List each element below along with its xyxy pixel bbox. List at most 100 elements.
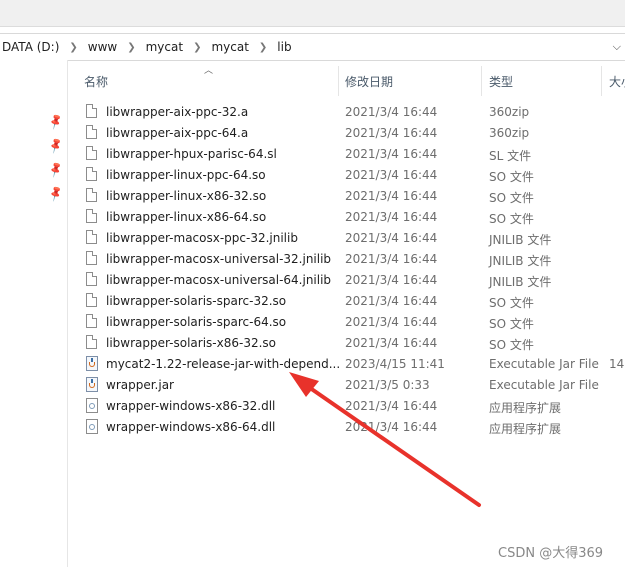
file-row[interactable]: wrapper-windows-x86-32.dll 2021/3/4 16:44… [68,396,625,417]
file-name: libwrapper-linux-x86-64.so [106,210,267,224]
file-icon [86,335,97,349]
file-icon [86,314,97,328]
file-name: libwrapper-macosx-universal-64.jnilib [106,273,332,287]
file-name: libwrapper-macosx-ppc-32.jnilib [106,231,298,245]
file-name: wrapper-windows-x86-32.dll [106,399,276,413]
file-type: Executable Jar File [489,357,599,371]
file-name: libwrapper-hpux-parisc-64.sl [106,147,277,161]
navigation-pane: 📌 📌 📌 📌 [0,60,68,567]
file-row[interactable]: libwrapper-linux-x86-32.so 2021/3/4 16:44… [68,186,625,207]
file-icon [86,272,97,286]
file-icon [86,125,97,139]
file-date: 2021/3/4 16:44 [345,210,438,224]
chevron-right-icon[interactable]: ❯ [119,42,143,53]
pin-icon[interactable]: 📌 [47,112,65,130]
file-type: SL 文件 [489,149,532,163]
file-icon [86,293,97,307]
address-bar[interactable]: DATA (D:) ❯ www ❯ mycat ❯ mycat ❯ lib ⌵ [0,33,625,61]
file-name: libwrapper-linux-ppc-64.so [106,168,266,182]
file-row[interactable]: libwrapper-solaris-sparc-32.so 2021/3/4 1… [68,291,625,312]
breadcrumb: DATA (D:) ❯ www ❯ mycat ❯ mycat ❯ lib [0,39,294,55]
breadcrumb-mycat[interactable]: mycat [144,40,185,54]
file-date: 2021/3/4 16:44 [345,168,438,182]
chevron-right-icon[interactable]: ❯ [61,42,85,53]
chevron-right-icon[interactable]: ❯ [185,42,209,53]
file-date: 2021/3/4 16:44 [345,294,438,308]
file-type: SO 文件 [489,191,534,205]
file-row[interactable]: libwrapper-linux-x86-64.so 2021/3/4 16:44… [68,207,625,228]
file-icon [86,146,97,160]
file-icon [86,251,97,265]
file-type: 360zip [489,126,530,140]
file-date: 2021/3/4 16:44 [345,252,438,266]
file-type: Executable Jar File [489,378,599,392]
column-divider[interactable] [601,66,602,96]
breadcrumb-lib[interactable]: lib [275,40,293,54]
file-icon [86,209,97,223]
file-type: SO 文件 [489,170,534,184]
file-name: libwrapper-linux-x86-32.so [106,189,267,203]
column-header-date[interactable]: 修改日期 [345,73,393,90]
file-row[interactable]: wrapper-windows-x86-64.dll 2021/3/4 16:44… [68,417,625,438]
file-type: SO 文件 [489,296,534,310]
file-name: libwrapper-solaris-sparc-32.so [106,294,287,308]
file-date: 2021/3/4 16:44 [345,105,438,119]
file-icon [86,188,97,202]
file-date: 2023/4/15 11:41 [345,357,445,371]
file-row[interactable]: libwrapper-macosx-ppc-32.jnilib 2021/3/4 … [68,228,625,249]
column-header-size[interactable]: 大小 [609,73,625,90]
file-date: 2021/3/4 16:44 [345,273,438,287]
dll-icon [86,398,98,413]
column-divider[interactable] [338,66,339,96]
file-name: wrapper-windows-x86-64.dll [106,420,276,434]
java-jar-icon [86,356,98,371]
sort-ascending-icon: ︿ [204,66,214,76]
file-type: 应用程序扩展 [489,422,562,436]
column-header-row: ︿ 名称 修改日期 类型 大小 [68,66,625,96]
file-row[interactable]: libwrapper-hpux-parisc-64.sl 2021/3/4 16:… [68,144,625,165]
file-name: libwrapper-aix-ppc-32.a [106,105,249,119]
file-type: SO 文件 [489,212,534,226]
file-row[interactable]: libwrapper-linux-ppc-64.so 2021/3/4 16:44… [68,165,625,186]
file-date: 2021/3/4 16:44 [345,126,438,140]
file-row[interactable]: libwrapper-solaris-x86-32.so 2021/3/4 16:… [68,333,625,354]
pin-icon[interactable]: 📌 [47,136,65,154]
file-type: 应用程序扩展 [489,401,562,415]
file-type: 360zip [489,105,530,119]
column-divider[interactable] [481,66,482,96]
file-name: libwrapper-solaris-x86-32.so [106,336,277,350]
file-row[interactable]: libwrapper-aix-ppc-64.a 2021/3/4 16:44 360… [68,123,625,144]
file-icon [86,104,97,118]
dll-icon [86,419,98,434]
file-row[interactable]: libwrapper-aix-ppc-32.a 2021/3/4 16:44 360… [68,102,625,123]
breadcrumb-drive[interactable]: DATA (D:) [0,40,61,54]
chevron-right-icon[interactable]: ❯ [251,42,275,53]
file-date: 2021/3/4 16:44 [345,147,438,161]
file-icon [86,230,97,244]
file-name: libwrapper-macosx-universal-32.jnilib [106,252,332,266]
file-date: 2021/3/4 16:44 [345,189,438,203]
pin-icon[interactable]: 📌 [47,160,65,178]
watermark: CSDN @大得369 [498,546,604,561]
file-row[interactable]: wrapper.jar 2021/3/5 0:33 Executable Jar F… [68,375,625,396]
file-name: libwrapper-aix-ppc-64.a [106,126,249,140]
window-top-band [0,0,625,27]
pin-icon[interactable]: 📌 [47,184,65,202]
java-jar-icon [86,377,98,392]
breadcrumb-www[interactable]: www [86,40,119,54]
breadcrumb-mycat-2[interactable]: mycat [209,40,250,54]
file-icon [86,167,97,181]
file-list: libwrapper-aix-ppc-32.a 2021/3/4 16:44 360… [68,102,625,438]
file-name: wrapper.jar [106,378,174,392]
file-row[interactable]: libwrapper-macosx-universal-64.jnilib 202… [68,270,625,291]
file-size: 14 [609,357,625,371]
file-row[interactable]: libwrapper-solaris-sparc-64.so 2021/3/4 1… [68,312,625,333]
column-header-type[interactable]: 类型 [489,73,513,90]
column-header-name[interactable]: 名称 [84,73,108,90]
file-date: 2021/3/4 16:44 [345,336,438,350]
chevron-down-icon[interactable]: ⌵ [613,40,621,54]
file-row[interactable]: mycat2-1.22-release-jar-with-depend... 20… [68,354,625,375]
file-row[interactable]: libwrapper-macosx-universal-32.jnilib 202… [68,249,625,270]
file-date: 2021/3/4 16:44 [345,315,438,329]
file-type: JNILIB 文件 [489,254,552,268]
